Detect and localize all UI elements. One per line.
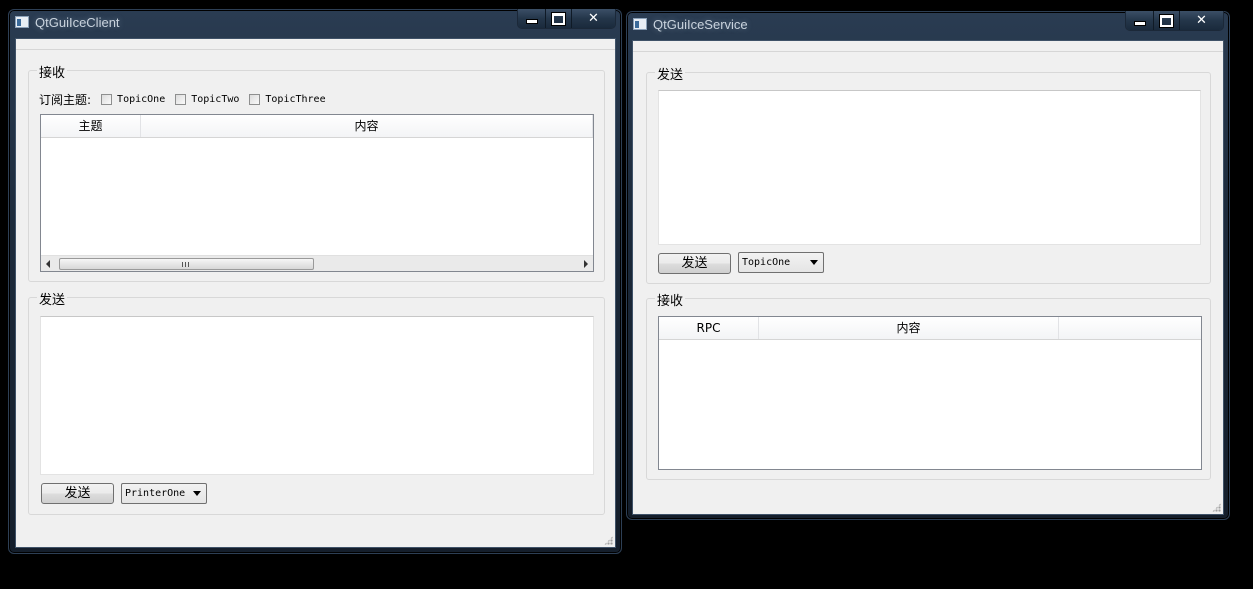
service-window: QtGuiIceService ✕ 发送 发送 TopicOne 接收 RPC: [626, 11, 1230, 520]
column-header-rpc[interactable]: RPC: [659, 317, 759, 339]
topic-three-label: TopicThree: [265, 94, 326, 105]
printer-select[interactable]: PrinterOne: [121, 483, 207, 504]
subscribe-label: 订阅主题:: [39, 93, 92, 107]
scrollbar-thumb[interactable]: [59, 258, 314, 270]
printer-select-value: PrinterOne: [125, 488, 186, 499]
scroll-right-icon[interactable]: [584, 260, 588, 268]
minimize-icon: [526, 20, 537, 23]
client-send-group: 发送 发送 PrinterOne: [28, 289, 605, 515]
rpc-messages-table[interactable]: RPC 内容: [658, 316, 1202, 470]
topic-one-checkbox[interactable]: TopicOne: [101, 94, 165, 105]
app-icon: [633, 18, 647, 30]
table-header: 主题 内容: [41, 115, 593, 138]
client-caption-buttons: ✕: [517, 9, 616, 29]
maximize-button[interactable]: [545, 9, 571, 28]
maximize-icon: [1160, 14, 1173, 27]
topic-three-checkbox[interactable]: TopicThree: [249, 94, 326, 105]
service-receive-group-title: 接收: [655, 290, 686, 309]
close-button[interactable]: ✕: [571, 9, 615, 28]
scroll-left-icon[interactable]: [46, 260, 50, 268]
column-header-content[interactable]: 内容: [759, 317, 1059, 339]
column-header-content[interactable]: 内容: [141, 115, 593, 137]
checkbox-box[interactable]: [249, 94, 261, 105]
publish-message-textarea[interactable]: [658, 90, 1201, 245]
client-window-title: QtGuiIceClient: [35, 15, 120, 30]
resize-grip-icon[interactable]: [1212, 503, 1221, 512]
menu-bar[interactable]: [633, 41, 1223, 52]
column-header-extra[interactable]: [1059, 317, 1201, 339]
service-send-group: 发送 发送 TopicOne: [646, 64, 1211, 284]
subscribe-row: 订阅主题: TopicOne TopicTwo TopicThree: [39, 91, 326, 108]
send-button[interactable]: 发送: [41, 483, 114, 504]
client-titlebar[interactable]: QtGuiIceClient ✕: [9, 9, 621, 36]
minimize-button[interactable]: [518, 9, 545, 28]
close-button[interactable]: ✕: [1179, 11, 1223, 30]
close-icon: ✕: [1196, 13, 1207, 28]
checkbox-box[interactable]: [101, 94, 113, 105]
client-window-body: 接收 订阅主题: TopicOne TopicTwo TopicThree 主题…: [15, 38, 616, 548]
topic-select[interactable]: TopicOne: [738, 252, 824, 273]
minimize-icon: [1134, 22, 1145, 25]
topic-two-checkbox[interactable]: TopicTwo: [175, 94, 239, 105]
resize-grip-icon[interactable]: [604, 536, 613, 545]
scrollbar-grip-icon: [182, 262, 189, 267]
minimize-button[interactable]: [1126, 11, 1153, 30]
client-receive-group-title: 接收: [37, 62, 68, 81]
service-caption-buttons: ✕: [1125, 11, 1224, 31]
service-window-title: QtGuiIceService: [653, 17, 748, 32]
client-window: QtGuiIceClient ✕ 接收 订阅主题: TopicOne Topic…: [8, 9, 622, 554]
service-receive-group: 接收 RPC 内容: [646, 290, 1211, 480]
chevron-down-icon: [193, 491, 201, 496]
client-receive-group: 接收 订阅主题: TopicOne TopicTwo TopicThree 主题…: [28, 62, 605, 282]
close-icon: ✕: [588, 11, 599, 26]
table-header: RPC 内容: [659, 317, 1201, 340]
topic-one-label: TopicOne: [117, 94, 166, 105]
send-message-textarea[interactable]: [40, 316, 594, 475]
column-header-topic[interactable]: 主题: [41, 115, 141, 137]
app-icon: [15, 16, 29, 28]
chevron-down-icon: [810, 260, 818, 265]
service-send-group-title: 发送: [655, 64, 686, 83]
topic-two-label: TopicTwo: [191, 94, 240, 105]
service-titlebar[interactable]: QtGuiIceService ✕: [627, 11, 1229, 38]
topic-select-value: TopicOne: [742, 257, 791, 268]
publish-send-button[interactable]: 发送: [658, 253, 731, 274]
client-send-group-title: 发送: [37, 289, 68, 308]
menu-bar[interactable]: [16, 39, 615, 50]
service-window-body: 发送 发送 TopicOne 接收 RPC 内容: [632, 40, 1224, 515]
received-messages-table[interactable]: 主题 内容: [40, 114, 594, 272]
maximize-button[interactable]: [1153, 11, 1179, 30]
maximize-icon: [552, 12, 565, 25]
horizontal-scrollbar[interactable]: [41, 255, 593, 271]
checkbox-box[interactable]: [175, 94, 187, 105]
